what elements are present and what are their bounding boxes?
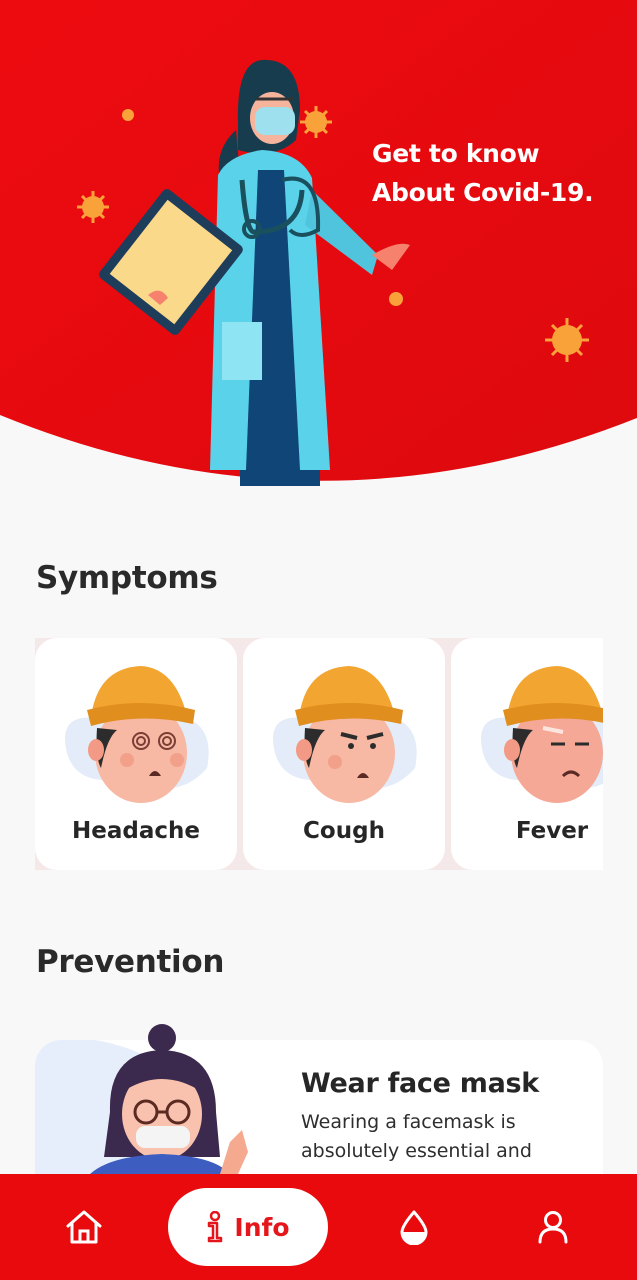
nav-info-active[interactable]: Info [168, 1188, 328, 1266]
nav-home[interactable] [54, 1174, 114, 1280]
prevention-title: Wear face mask [301, 1068, 539, 1099]
symptom-label: Fever [515, 818, 589, 844]
nav-drop[interactable] [384, 1174, 444, 1280]
home-icon [66, 1210, 102, 1244]
user-icon [538, 1211, 568, 1244]
drop-icon [400, 1210, 428, 1245]
nav-profile[interactable] [523, 1174, 583, 1280]
hero-title: Get to know About Covid-19. [372, 134, 594, 212]
symptoms-heading: Symptoms [36, 560, 218, 596]
doctor-illustration [0, 0, 637, 486]
hero-banner: Get to know About Covid-19. [0, 0, 637, 500]
girl-with-mask-illustration [90, 1024, 248, 1174]
cough-illustration [273, 666, 417, 803]
prevention-description: Wearing a facemask is absolutely essenti… [301, 1111, 532, 1162]
symptom-card-headache[interactable]: Headache [35, 638, 237, 870]
info-icon [208, 1211, 223, 1243]
symptom-card-fever[interactable]: Fever [451, 638, 603, 870]
nav-info-label: Info [234, 1212, 290, 1242]
headache-illustration [65, 666, 209, 803]
symptom-label: Headache [72, 818, 200, 844]
prevention-heading: Prevention [36, 944, 225, 980]
bottom-navigation: Info [0, 1174, 637, 1280]
symptoms-carousel[interactable]: Headache Cough Fever [35, 638, 603, 870]
symptom-card-cough[interactable]: Cough [243, 638, 445, 870]
symptom-label: Cough [303, 818, 385, 844]
fever-illustration [481, 666, 603, 803]
hero-title-line1: Get to know [372, 139, 540, 168]
hero-title-line2: About Covid-19. [372, 178, 594, 207]
